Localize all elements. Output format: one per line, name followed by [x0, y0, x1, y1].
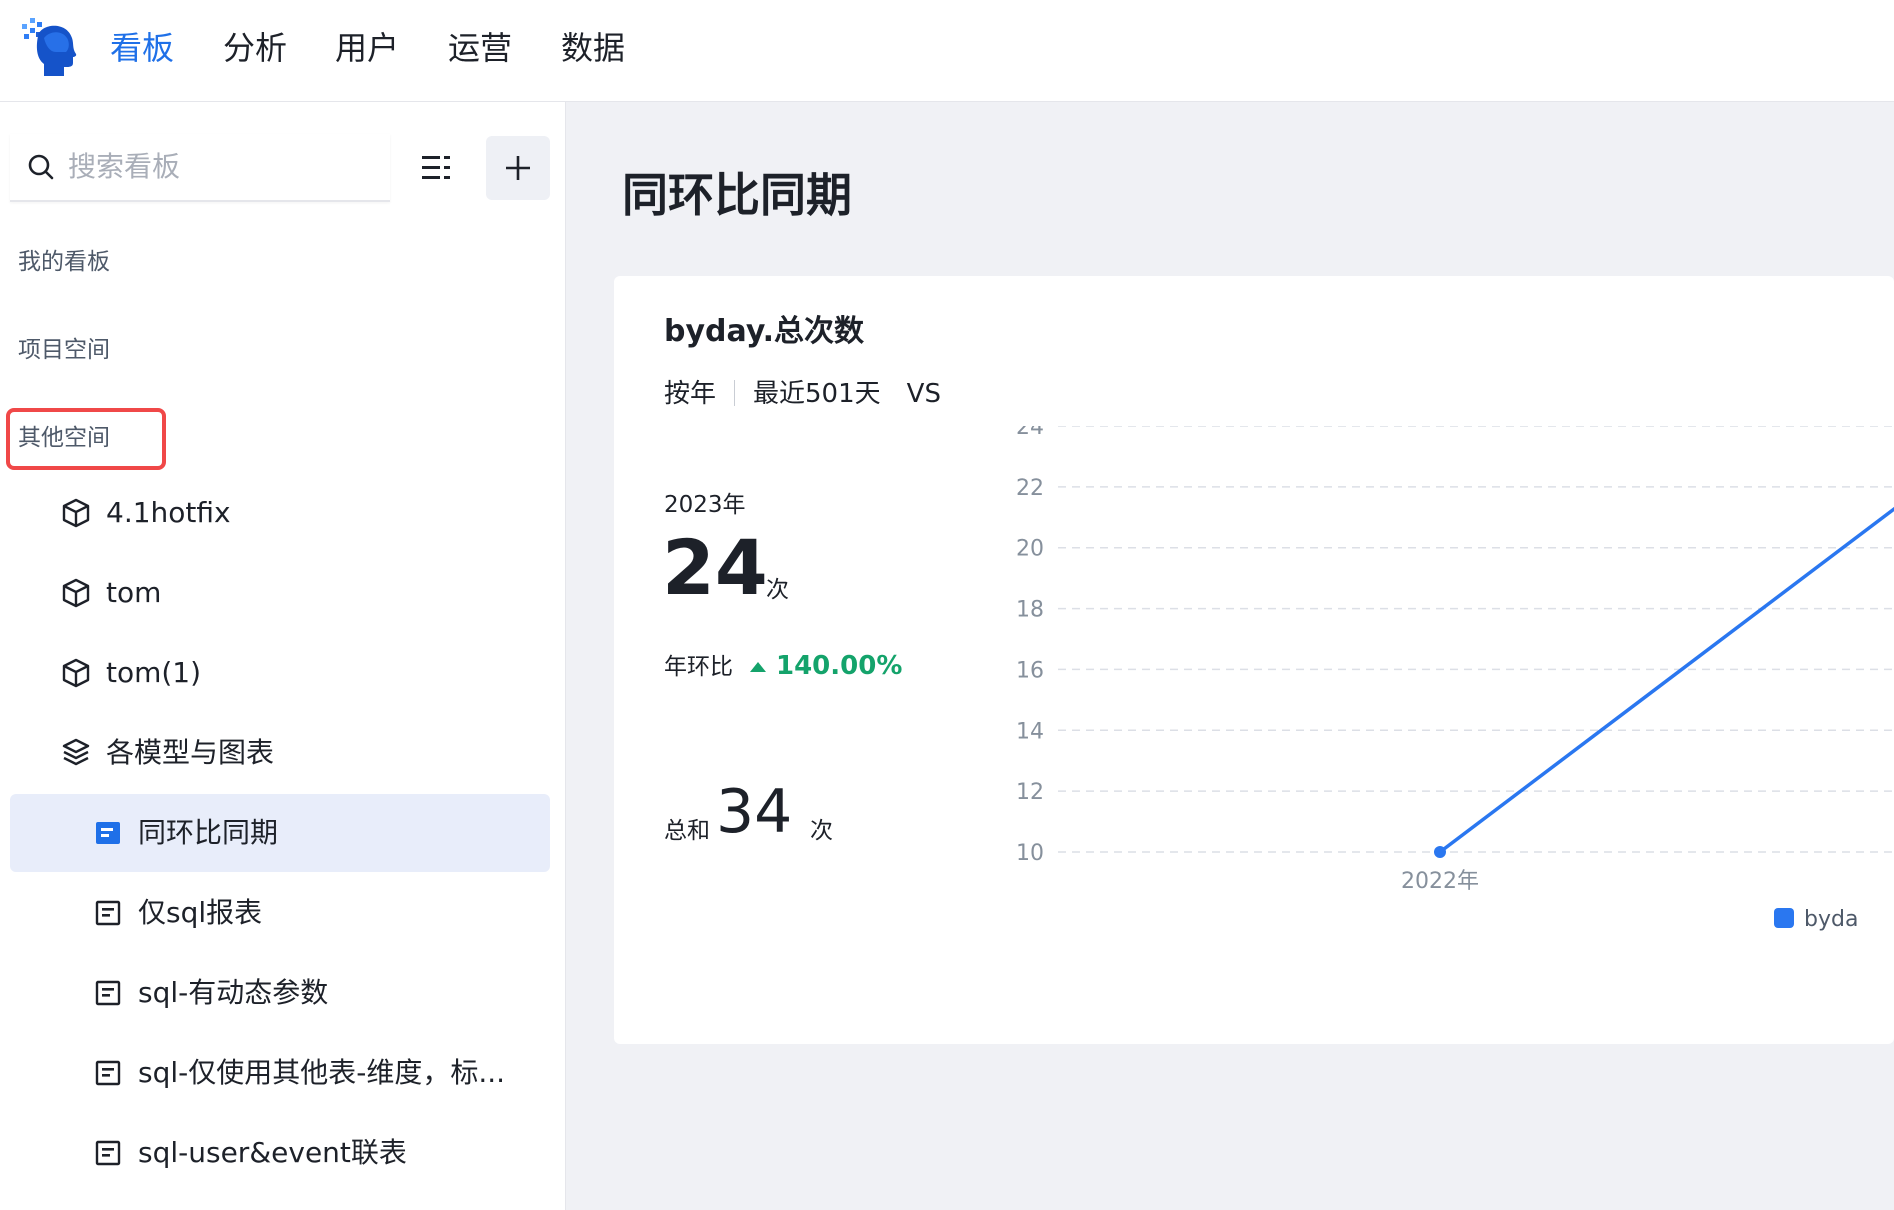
cube-icon	[62, 658, 90, 688]
total-label: 总和	[664, 818, 710, 844]
metric-value: 24	[662, 523, 768, 612]
x-tick-label: 2022年	[1401, 869, 1479, 894]
tree-item-label: sql-仅使用其他表-维度，标...	[138, 1056, 506, 1089]
section-project-space[interactable]: 项目空间	[18, 332, 110, 368]
tree-item-space[interactable]: tom	[10, 554, 550, 632]
section-other-space[interactable]: 其他空间	[18, 420, 110, 456]
filter-granularity[interactable]: 按年	[664, 379, 716, 409]
nav-tab-operations[interactable]: 运营	[448, 24, 512, 72]
tree-item-board[interactable]: sql-user&event联表	[10, 1114, 550, 1192]
cube-icon	[62, 578, 90, 608]
nav-tab-data[interactable]: 数据	[561, 24, 625, 72]
line-chart[interactable]: 10 12 14 16 18 20 22 24 2022年 byda	[1004, 426, 1894, 1044]
y-tick-label: 14	[1016, 719, 1044, 744]
tree-item-label: 同环比同期	[138, 816, 279, 849]
up-arrow-icon	[750, 662, 766, 672]
total-unit: 次	[810, 818, 833, 844]
tree-item-label: sql-有动态参数	[138, 976, 329, 1009]
list-view-icon[interactable]	[420, 152, 454, 184]
tree-item-label: tom(1)	[106, 656, 202, 689]
board-icon	[95, 980, 121, 1006]
plus-icon	[506, 156, 530, 180]
tree-item-space[interactable]: tom(1)	[10, 634, 550, 712]
filter-compare[interactable]: VS	[907, 379, 941, 409]
layers-icon	[62, 738, 90, 766]
y-tick-label: 10	[1016, 841, 1044, 866]
yoy-label: 年环比	[664, 654, 733, 680]
metric-unit: 次	[766, 577, 789, 603]
main-content: 同环比同期 byday.总次数 按年 最近501天 VS 2023年 24 次 年环…	[566, 102, 1894, 1210]
metric-year: 2023年	[664, 492, 746, 518]
y-tick-label: 12	[1016, 780, 1044, 805]
tree-item-label: 仅sql报表	[138, 896, 263, 929]
tree-item-label: tom	[106, 576, 162, 609]
cube-icon	[62, 498, 90, 528]
tree-item-board[interactable]: 仅sql报表	[10, 874, 550, 952]
tree-item-label: 4.1hotfix	[106, 496, 231, 529]
y-tick-label: 22	[1016, 476, 1044, 501]
sidebar: 我的看板 项目空间 其他空间 4.1hotfix tom tom(1) 各模型与…	[0, 102, 566, 1210]
add-board-button[interactable]	[486, 136, 550, 200]
top-navbar: 看板 分析 用户 运营 数据	[0, 0, 1894, 102]
data-point	[1434, 846, 1446, 858]
tree-item-space[interactable]: 4.1hotfix	[10, 474, 550, 552]
section-my-boards[interactable]: 我的看板	[18, 244, 110, 280]
card-title: byday.总次数	[664, 314, 865, 349]
search-input[interactable]	[68, 144, 368, 188]
search-box	[10, 134, 390, 202]
total-value: 34	[716, 777, 793, 847]
y-tick-label: 18	[1016, 598, 1044, 623]
search-icon	[28, 154, 54, 180]
board-icon	[95, 900, 121, 926]
chart-card: byday.总次数 按年 最近501天 VS 2023年 24 次 年环比 140.…	[614, 276, 1894, 1044]
tree-item-board-selected[interactable]: 同环比同期	[10, 794, 550, 872]
page-title: 同环比同期	[622, 168, 852, 222]
card-filters: 按年 最近501天 VS	[664, 374, 941, 414]
y-tick-label: 16	[1016, 658, 1044, 683]
legend-label: byda	[1804, 907, 1858, 932]
nav-tab-users[interactable]: 用户	[335, 24, 399, 72]
filter-divider	[734, 380, 736, 406]
tree-item-board[interactable]: sql-仅使用其他表-维度，标...	[10, 1034, 550, 1112]
board-icon	[95, 1140, 121, 1166]
nav-tab-boards[interactable]: 看板	[110, 24, 174, 72]
brain-logo-icon[interactable]	[22, 16, 80, 78]
filter-range[interactable]: 最近501天	[753, 379, 881, 409]
y-tick-label: 24	[1016, 426, 1044, 440]
tree-item-folder[interactable]: 各模型与图表	[10, 714, 550, 792]
tree-item-board[interactable]: sql-有动态参数	[10, 954, 550, 1032]
board-filled-icon	[96, 822, 120, 844]
nav-tab-analysis[interactable]: 分析	[223, 24, 287, 72]
board-icon	[95, 1060, 121, 1086]
legend-swatch	[1774, 908, 1794, 928]
tree-item-label: sql-user&event联表	[138, 1136, 407, 1169]
yoy-value: 140.00%	[776, 651, 903, 681]
tree-item-label: 各模型与图表	[106, 736, 275, 769]
y-tick-label: 20	[1016, 537, 1044, 562]
series-line	[1438, 506, 1894, 854]
